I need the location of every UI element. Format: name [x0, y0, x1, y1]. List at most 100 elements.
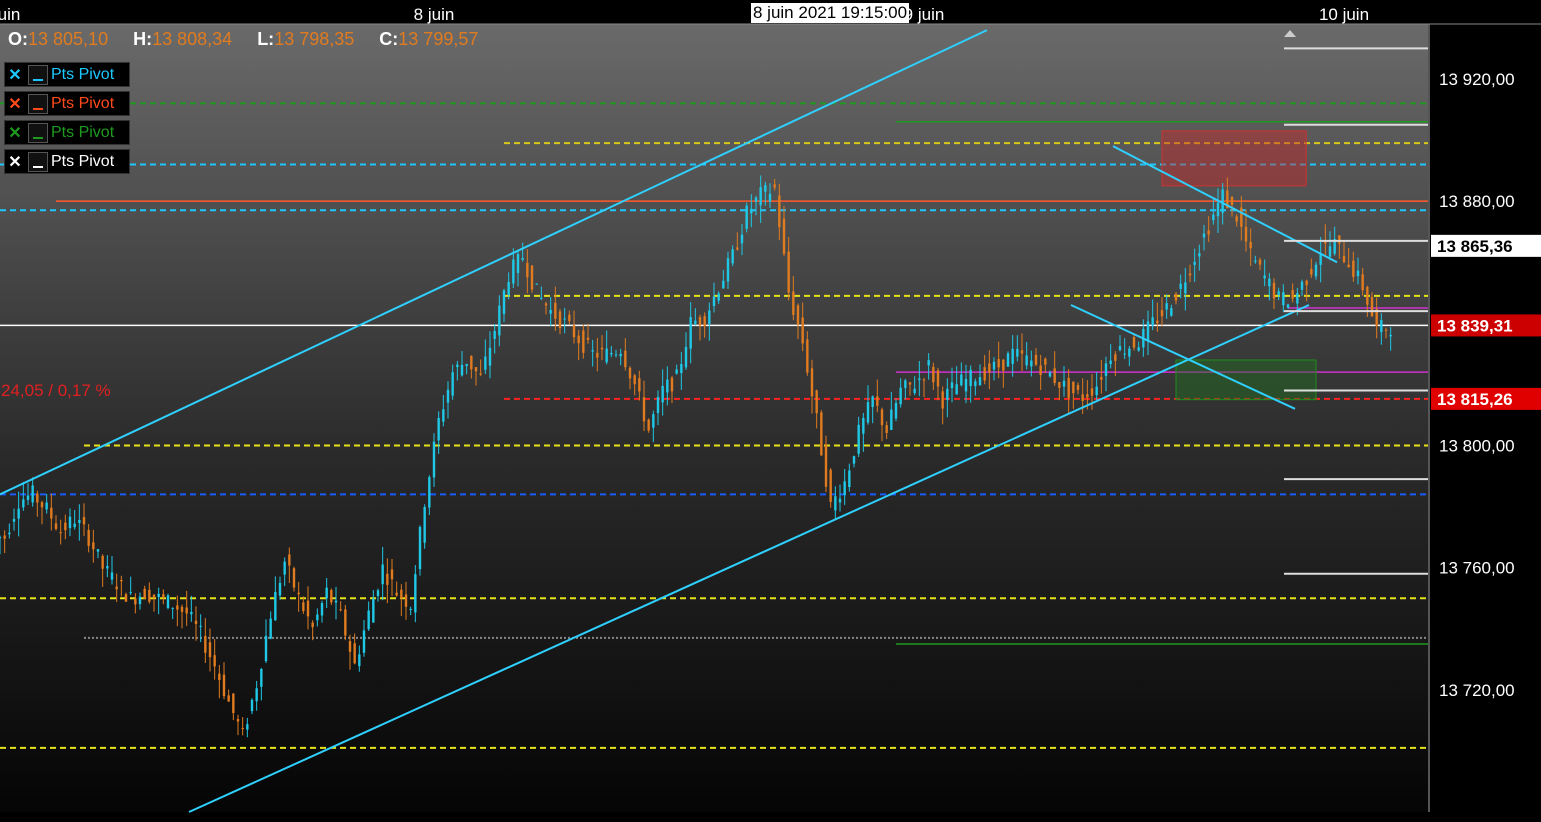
candle-body [521, 258, 524, 260]
candle-body [1305, 280, 1308, 286]
legend-item-pivot-green[interactable]: ✕ Pts Pivot [4, 120, 130, 145]
candle-body [1076, 385, 1080, 390]
candle-body [1156, 320, 1159, 324]
candle-body [101, 555, 104, 569]
candle-body [339, 609, 342, 611]
style-icon[interactable] [28, 64, 48, 85]
candle-body [862, 417, 865, 434]
candle-body [358, 654, 361, 667]
candle-body [1067, 377, 1070, 398]
candle-body [1072, 381, 1075, 394]
candle-body [1361, 274, 1364, 291]
candle-body [936, 370, 940, 387]
candle-body [292, 568, 296, 588]
candle-body [1044, 358, 1047, 365]
legend-item-pivot-cyan[interactable]: ✕ Pts Pivot [4, 62, 130, 87]
candle-body [558, 311, 562, 329]
style-icon[interactable] [28, 93, 48, 114]
candle-body [1151, 317, 1154, 326]
zone-box [1175, 359, 1317, 401]
candle-body [8, 532, 11, 535]
candle-body [353, 643, 356, 664]
candle-body [474, 367, 478, 372]
legend-item-pivot-red[interactable]: ✕ Pts Pivot [4, 91, 130, 116]
candle-body [941, 391, 944, 409]
price-chart[interactable]: 13 920,00 13 880,00 13 800,00 13 760,00 13 7… [0, 0, 1541, 817]
high-label: H: [133, 29, 153, 49]
candle-body [1132, 337, 1136, 348]
candle-body [106, 565, 109, 569]
candle-body [605, 348, 608, 363]
candle-body [334, 600, 338, 603]
candle-body [969, 369, 972, 387]
candle-body [208, 642, 212, 658]
candle-body [1328, 246, 1332, 257]
candle-body [806, 339, 809, 373]
candle-body [801, 317, 804, 344]
candle-body [1286, 304, 1290, 308]
candle-body [820, 412, 823, 456]
candle-body [1380, 320, 1383, 333]
candle-body [656, 396, 660, 414]
candle-body [1282, 292, 1285, 306]
candle-body [689, 316, 692, 349]
candle-body [1011, 348, 1014, 364]
candle-body [470, 355, 473, 370]
candle-body [829, 469, 832, 502]
candle-body [960, 374, 963, 386]
candle-body [726, 258, 730, 282]
candle-body [782, 218, 786, 254]
low-label: L: [257, 29, 275, 49]
candle-body [596, 352, 599, 358]
candle-body [1384, 329, 1388, 331]
candle-body [1277, 291, 1280, 296]
candle-body [535, 283, 538, 285]
candle-body [1025, 355, 1028, 366]
chart-root: 13 920,00 13 880,00 13 800,00 13 760,00 13 7… [0, 0, 1541, 817]
candle-body [451, 372, 454, 396]
style-icon[interactable] [28, 151, 48, 172]
candle-body [227, 695, 230, 702]
candle-body [694, 320, 697, 324]
candle-body [1244, 226, 1248, 242]
candle-body [241, 728, 244, 730]
candle-body [1137, 347, 1140, 351]
close-icon[interactable]: ✕ [5, 94, 25, 114]
y-tick-label: 13 800,00 [1439, 436, 1515, 455]
candle-body [423, 506, 426, 543]
candle-body [157, 593, 160, 598]
candle-body [759, 187, 762, 206]
candle-body [1235, 216, 1238, 222]
candle-body [460, 364, 464, 376]
close-icon[interactable]: ✕ [5, 65, 25, 85]
candle-body [395, 592, 398, 596]
candle-body [1188, 273, 1192, 276]
candle-body [880, 409, 884, 426]
close-icon[interactable]: ✕ [5, 123, 25, 143]
candle-body [3, 535, 6, 539]
candle-body [1179, 283, 1182, 289]
candle-body [1230, 196, 1234, 205]
candle-body [852, 456, 856, 464]
ohlc-readout: O:13 805,10 H:13 808,34 L:13 798,35 C:13… [8, 29, 498, 50]
candle-body [992, 361, 996, 370]
candle-body [26, 495, 30, 500]
close-icon[interactable]: ✕ [5, 152, 25, 172]
candle-body [409, 608, 412, 610]
candle-body [12, 518, 16, 522]
candle-body [750, 208, 753, 214]
candle-body [1118, 345, 1122, 351]
candle-body [390, 569, 394, 580]
style-icon[interactable] [28, 122, 48, 143]
candle-body [64, 522, 67, 531]
candle-body [479, 373, 482, 375]
candle-body [974, 381, 977, 387]
candle-body [1174, 293, 1178, 301]
candle-body [927, 360, 930, 366]
legend-item-pivot-white[interactable]: ✕ Pts Pivot [4, 149, 130, 174]
low-value: 13 798,35 [274, 29, 355, 49]
candle-body [87, 530, 90, 546]
candle-body [922, 379, 926, 381]
candle-body [983, 367, 986, 381]
candle-body [115, 586, 118, 590]
